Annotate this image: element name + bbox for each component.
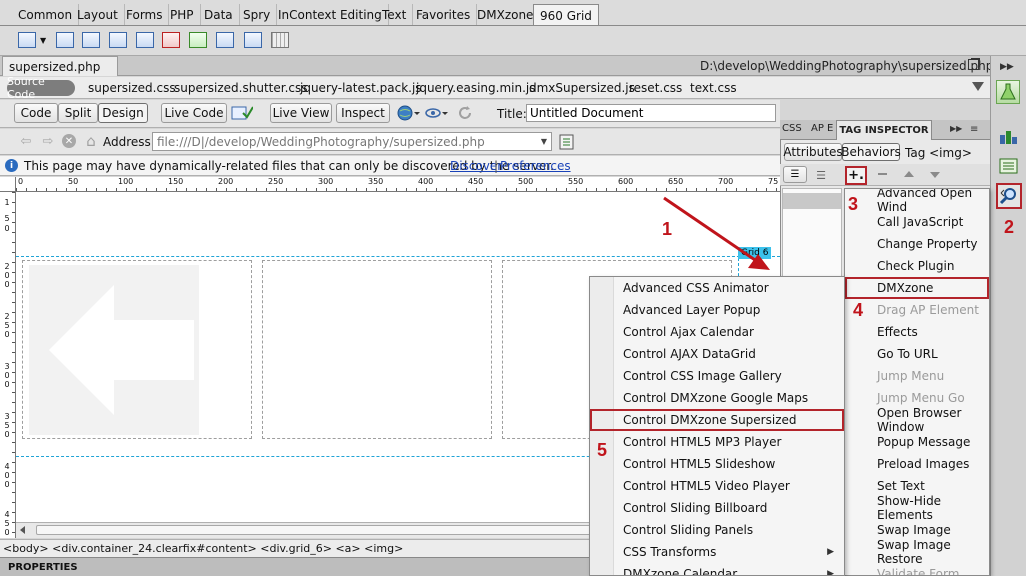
annotation-arrow — [663, 196, 770, 270]
annotation-2: 2 — [1004, 217, 1015, 237]
annotation-5: 5 — [597, 440, 608, 460]
annotation-1: 1 — [662, 219, 673, 239]
annotation-3: 3 — [848, 194, 859, 214]
annotation-4: 4 — [853, 300, 864, 320]
